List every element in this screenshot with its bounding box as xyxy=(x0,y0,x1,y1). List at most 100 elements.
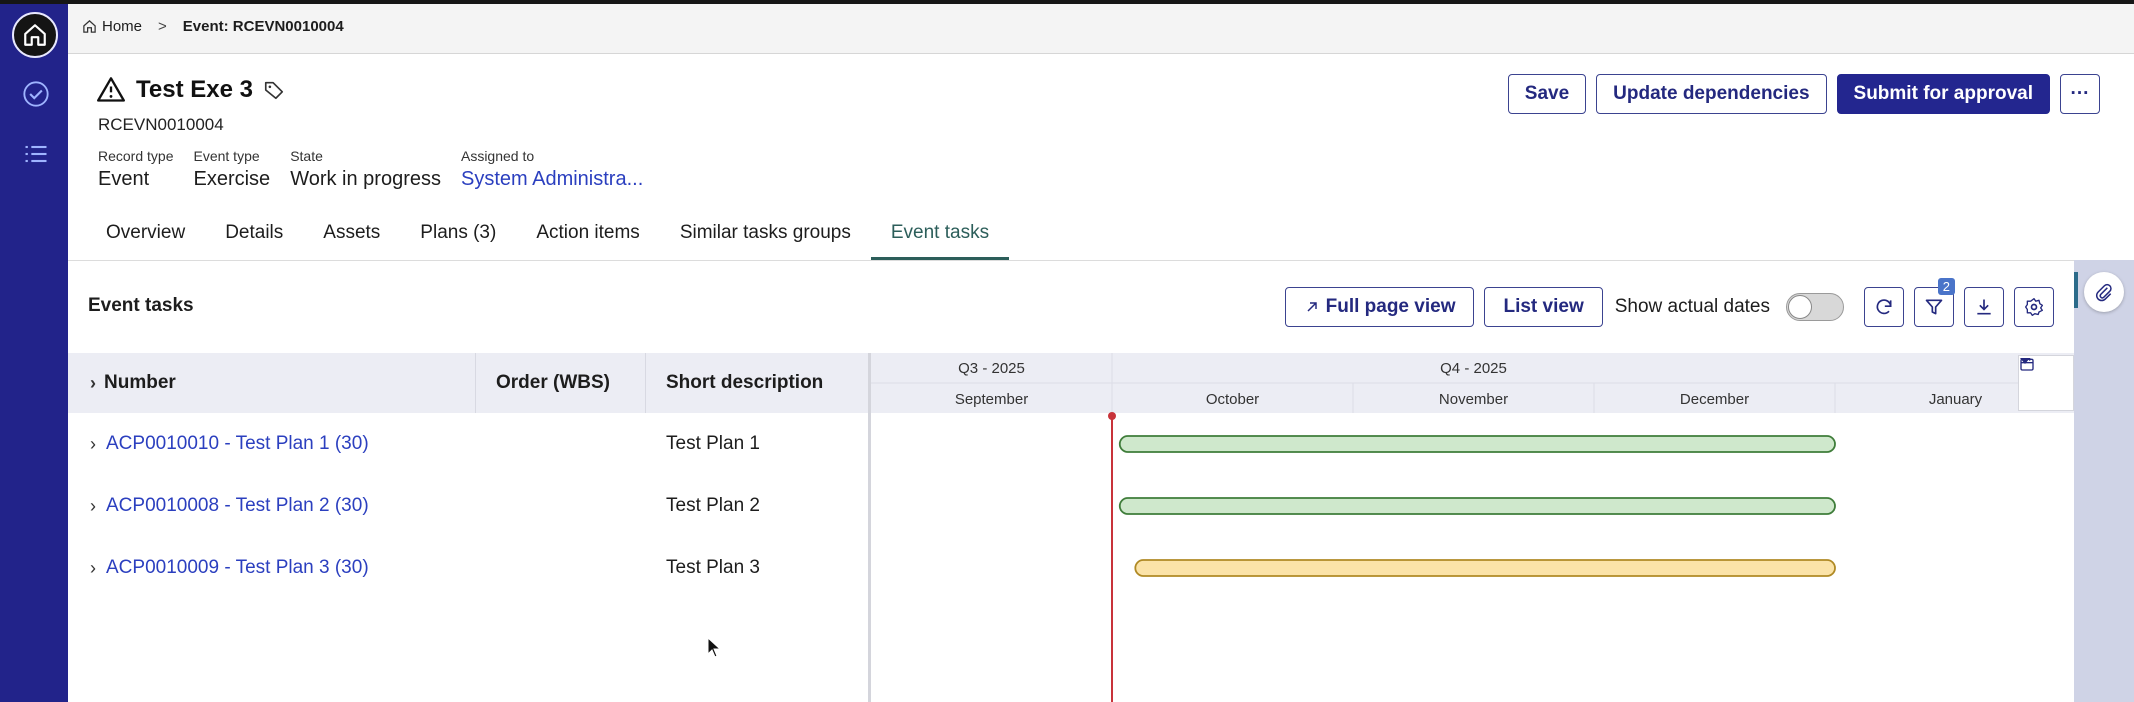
check-circle-icon[interactable] xyxy=(22,80,50,108)
field-event-type: Event type Exercise xyxy=(193,148,270,191)
top-bar: Home > Event: RCEVN0010004 xyxy=(68,0,2134,54)
field-label: Event type xyxy=(193,148,260,164)
record-tabs: Overview Details Assets Plans (3) Action… xyxy=(86,222,1010,260)
update-dependencies-button[interactable]: Update dependencies xyxy=(1596,74,1827,114)
expand-all-chevron-icon[interactable]: › xyxy=(90,373,96,394)
row-number-cell: › ACP0010009 - Test Plan 3 (30) xyxy=(68,557,476,579)
breadcrumb-home[interactable]: Home xyxy=(82,18,142,35)
table-row: › ACP0010010 - Test Plan 1 (30) Test Pla… xyxy=(68,413,868,475)
month-label: January xyxy=(1929,391,1983,408)
quarter-label: Q4 - 2025 xyxy=(1440,360,1507,377)
field-state: State Work in progress xyxy=(290,148,441,191)
right-side-strip xyxy=(2074,260,2134,702)
filter-button[interactable]: 2 xyxy=(1914,278,1955,327)
row-description: Test Plan 1 xyxy=(666,433,760,454)
tab-similar-tasks-groups[interactable]: Similar tasks groups xyxy=(660,222,871,260)
row-description: Test Plan 2 xyxy=(666,495,760,516)
home-icon[interactable] xyxy=(12,12,58,58)
warning-icon xyxy=(97,77,126,102)
breadcrumb-current: Event: RCEVN0010004 xyxy=(182,18,344,35)
month-label: October xyxy=(1206,391,1259,408)
assigned-to-link[interactable]: System Administra... xyxy=(461,168,643,191)
today-marker xyxy=(1108,412,1116,420)
panel-title: Event tasks xyxy=(88,295,194,316)
gantt-chart: Q3 - 2025 Q4 - 2025 September October Novemb… xyxy=(871,353,2074,702)
tab-overview[interactable]: Overview xyxy=(86,222,205,260)
column-order[interactable]: Order (WBS) xyxy=(476,353,646,413)
settings-button[interactable] xyxy=(2014,287,2054,327)
field-label: State xyxy=(290,148,323,164)
field-value: Event xyxy=(98,168,150,190)
refresh-icon xyxy=(1876,299,1892,315)
gantt-bar xyxy=(1118,435,1836,453)
refresh-button[interactable] xyxy=(1864,287,1904,327)
header-actions: Save Update dependencies Submit for appr… xyxy=(1507,74,2100,114)
toggle-knob xyxy=(1788,295,1812,319)
filter-count-badge: 2 xyxy=(1937,278,1955,295)
gantt-bar xyxy=(1134,559,1836,577)
field-label: Record type xyxy=(98,148,174,164)
table-row: › ACP0010008 - Test Plan 2 (30) Test Pla… xyxy=(68,475,868,537)
gantt-bar xyxy=(1118,497,1836,515)
column-number-label: Number xyxy=(104,372,176,393)
column-short-description[interactable]: Short description xyxy=(646,353,868,413)
download-button[interactable] xyxy=(1964,287,2004,327)
show-actual-dates-toggle[interactable] xyxy=(1786,293,1844,321)
column-number[interactable]: › Number xyxy=(68,353,476,413)
tasks-grid: › Number Order (WBS) Short description ›… xyxy=(68,353,868,702)
gear-icon xyxy=(2025,298,2043,316)
panel-toolbar: Full page view List view Show actual dat… xyxy=(1284,278,2054,327)
row-number-cell: › ACP0010010 - Test Plan 1 (30) xyxy=(68,433,476,455)
home-small-icon xyxy=(83,20,96,33)
tab-plans[interactable]: Plans (3) xyxy=(400,222,516,260)
table-row: › ACP0010009 - Test Plan 3 (30) Test Pla… xyxy=(68,537,868,599)
expand-row-chevron-icon[interactable]: › xyxy=(90,496,96,517)
list-icon[interactable] xyxy=(22,140,50,168)
breadcrumb-home-label: Home xyxy=(102,18,143,35)
mouse-cursor-icon xyxy=(707,636,723,664)
field-record-type: Record type Event xyxy=(98,148,173,191)
timescale-button[interactable] xyxy=(2018,355,2074,411)
record-number: RCEVN0010004 xyxy=(98,115,224,134)
side-strip-indicator xyxy=(2074,272,2078,308)
month-label: November xyxy=(1439,391,1508,408)
event-tasks-panel: Event tasks Full page view List view Sho… xyxy=(68,260,2074,702)
expand-row-chevron-icon[interactable]: › xyxy=(90,558,96,579)
row-description: Test Plan 3 xyxy=(666,557,760,578)
caret-down-icon xyxy=(2020,358,2030,364)
save-button[interactable]: Save xyxy=(1507,74,1587,114)
expand-row-chevron-icon[interactable]: › xyxy=(90,434,96,455)
show-actual-dates-label: Show actual dates xyxy=(1614,296,1770,317)
month-label: September xyxy=(955,391,1028,408)
field-label: Assigned to xyxy=(460,148,535,164)
arrow-up-right-icon xyxy=(1307,302,1317,312)
attachment-button[interactable] xyxy=(2084,272,2124,312)
breadcrumb: Home > Event: RCEVN0010004 xyxy=(82,18,344,35)
grid-header: › Number Order (WBS) Short description xyxy=(68,353,868,413)
row-number-cell: › ACP0010008 - Test Plan 2 (30) xyxy=(68,495,476,517)
list-view-button[interactable]: List view xyxy=(1484,287,1603,327)
row-link[interactable]: ACP0010008 - Test Plan 2 (30) xyxy=(106,495,369,517)
field-assigned-to: Assigned to System Administra... xyxy=(461,148,643,191)
download-icon xyxy=(1977,299,1991,315)
breadcrumb-separator: > xyxy=(158,18,167,35)
full-page-view-button[interactable]: Full page view xyxy=(1284,287,1475,327)
page-title: Test Exe 3 xyxy=(136,76,253,103)
tab-event-tasks[interactable]: Event tasks xyxy=(870,222,1010,260)
field-value: Work in progress xyxy=(290,168,441,190)
tab-assets[interactable]: Assets xyxy=(303,222,400,260)
paperclip-icon xyxy=(2095,283,2112,302)
record-fields: Record type Event Event type Exercise St… xyxy=(98,148,663,191)
row-link[interactable]: ACP0010009 - Test Plan 3 (30) xyxy=(106,557,369,579)
tag-icon[interactable] xyxy=(263,79,285,101)
panel-header: Event tasks Full page view List view Sho… xyxy=(68,261,2074,353)
more-actions-button[interactable]: ··· xyxy=(2060,74,2100,114)
record-header: Test Exe 3 RCEVN0010004 Record type Even… xyxy=(68,54,2134,260)
tab-details[interactable]: Details xyxy=(205,222,303,260)
gantt-canvas: Q3 - 2025 Q4 - 2025 September October Novemb… xyxy=(871,353,2074,702)
filter-icon xyxy=(1925,299,1943,315)
row-link[interactable]: ACP0010010 - Test Plan 1 (30) xyxy=(106,433,369,455)
tab-action-items[interactable]: Action items xyxy=(516,222,659,260)
rail-top-edge xyxy=(0,0,68,4)
submit-for-approval-button[interactable]: Submit for approval xyxy=(1836,74,2050,114)
